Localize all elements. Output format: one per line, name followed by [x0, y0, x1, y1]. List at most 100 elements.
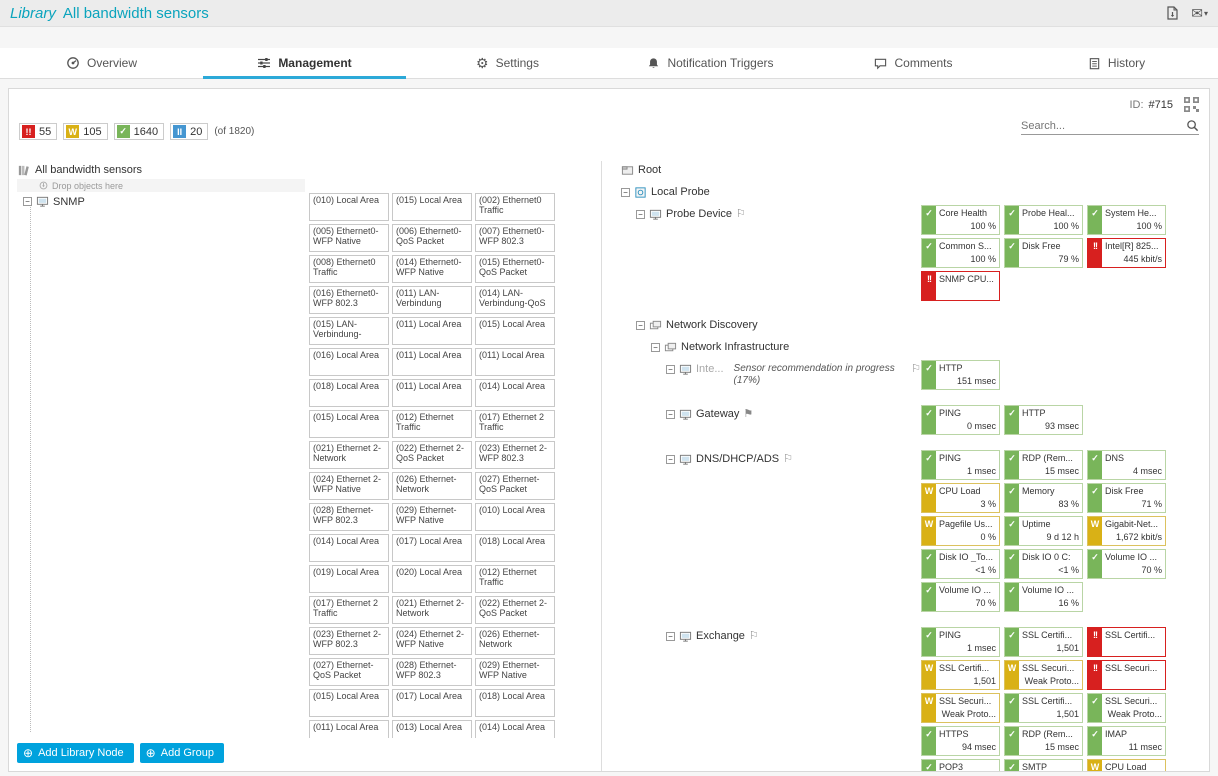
- collapse-toggle-icon[interactable]: −: [636, 210, 645, 219]
- collapse-toggle-icon[interactable]: −: [666, 365, 675, 374]
- library-sensor-item[interactable]: (014) Local Area: [475, 720, 555, 738]
- sensor-box[interactable]: ✓POP3: [921, 759, 1000, 771]
- tab-history[interactable]: History: [1015, 48, 1218, 78]
- sensor-box[interactable]: ✓Uptime9 d 12 h: [1004, 516, 1083, 546]
- library-sensor-item[interactable]: (028) Ethernet-WFP 802.3: [309, 503, 389, 531]
- library-sensor-item[interactable]: (024) Ethernet 2-WFP Native: [309, 472, 389, 500]
- library-sensor-item[interactable]: (017) Local Area: [392, 534, 472, 562]
- collapse-toggle-icon[interactable]: −: [621, 188, 630, 197]
- sensor-box[interactable]: !!SSL Certifi...: [1087, 627, 1166, 657]
- sensor-box[interactable]: !!SSL Securi...: [1087, 660, 1166, 690]
- sensor-box[interactable]: ✓Disk IO 0 C:<1 %: [1004, 549, 1083, 579]
- library-sensor-item[interactable]: (027) Ethernet-QoS Packet: [475, 472, 555, 500]
- library-sensor-item[interactable]: (002) Ethernet0 Traffic: [475, 193, 555, 221]
- library-sensor-item[interactable]: (024) Ethernet 2-WFP Native: [392, 627, 472, 655]
- tree-node-label[interactable]: Network Infrastructure: [681, 341, 789, 353]
- library-sensor-item[interactable]: (021) Ethernet 2-Network: [392, 596, 472, 624]
- sensor-box[interactable]: ✓SSL Securi...Weak Proto...: [1087, 693, 1166, 723]
- sensor-box[interactable]: WCPU Load: [1087, 759, 1166, 771]
- collapse-toggle-icon[interactable]: −: [636, 321, 645, 330]
- drop-target[interactable]: Drop objects here: [17, 179, 305, 192]
- sensor-box[interactable]: ✓Probe Heal...100 %: [1004, 205, 1083, 235]
- tab-settings[interactable]: ⚙Settings: [406, 48, 609, 78]
- qr-code-icon[interactable]: [1184, 97, 1199, 112]
- library-sensor-item[interactable]: (016) Local Area: [309, 348, 389, 376]
- library-sensor-item[interactable]: (022) Ethernet 2-QoS Packet: [475, 596, 555, 624]
- library-sensor-item[interactable]: (012) Ethernet Traffic: [475, 565, 555, 593]
- sensor-box[interactable]: WSSL Securi...Weak Proto...: [921, 693, 1000, 723]
- sensor-box[interactable]: ✓IMAP11 msec: [1087, 726, 1166, 756]
- sensor-box[interactable]: ✓HTTPS94 msec: [921, 726, 1000, 756]
- tree-node-label[interactable]: Gateway: [696, 408, 739, 420]
- library-sensor-item[interactable]: (017) Ethernet 2 Traffic: [475, 410, 555, 438]
- library-node-snmp[interactable]: − SNMP: [17, 192, 305, 210]
- library-sensor-item[interactable]: (016) Ethernet0-WFP 802.3: [309, 286, 389, 314]
- sensor-box[interactable]: ✓Disk Free79 %: [1004, 238, 1083, 268]
- library-sensor-item[interactable]: (011) Local Area: [392, 348, 472, 376]
- library-sensor-item[interactable]: (007) Ethernet0-WFP 802.3: [475, 224, 555, 252]
- tab-overview[interactable]: Overview: [0, 48, 203, 78]
- sensor-box[interactable]: ✓SMTP: [1004, 759, 1083, 771]
- search-input[interactable]: [1021, 120, 1186, 132]
- library-sensor-item[interactable]: (027) Ethernet-QoS Packet: [309, 658, 389, 686]
- sensor-box[interactable]: ✓RDP (Rem...15 msec: [1004, 726, 1083, 756]
- sensor-box[interactable]: ✓System He...100 %: [1087, 205, 1166, 235]
- tree-node-label[interactable]: Exchange: [696, 630, 745, 642]
- library-sensor-item[interactable]: (020) Local Area: [392, 565, 472, 593]
- sensor-box[interactable]: WSSL Securi...Weak Proto...: [1004, 660, 1083, 690]
- library-sensor-item[interactable]: (026) Ethernet-Network: [475, 627, 555, 655]
- status-badge-ok[interactable]: ✓1640: [114, 123, 164, 140]
- tree-node-label[interactable]: Inte...: [696, 363, 724, 375]
- library-sensor-item[interactable]: (011) Local Area: [309, 720, 389, 738]
- sensor-box[interactable]: ✓PING1 msec: [921, 627, 1000, 657]
- library-sensor-item[interactable]: (006) Ethernet0-QoS Packet: [392, 224, 472, 252]
- library-sensor-item[interactable]: (023) Ethernet 2-WFP 802.3: [475, 441, 555, 469]
- search-icon[interactable]: [1186, 119, 1199, 132]
- sensor-box[interactable]: ✓RDP (Rem...15 msec: [1004, 450, 1083, 480]
- sensor-box[interactable]: !!SNMP CPU...: [921, 271, 1000, 301]
- library-sensor-item[interactable]: (022) Ethernet 2-QoS Packet: [392, 441, 472, 469]
- sensor-box[interactable]: WSSL Certifi...1,501: [921, 660, 1000, 690]
- library-sensor-item[interactable]: (015) Local Area: [309, 410, 389, 438]
- collapse-toggle-icon[interactable]: −: [666, 455, 675, 464]
- library-sensor-item[interactable]: (008) Ethernet0 Traffic: [309, 255, 389, 283]
- library-sensor-item[interactable]: (023) Ethernet 2-WFP 802.3: [309, 627, 389, 655]
- library-sensor-item[interactable]: (010) Local Area: [309, 193, 389, 221]
- add-report-icon[interactable]: [1166, 6, 1179, 20]
- library-sensor-item[interactable]: (019) Local Area: [309, 565, 389, 593]
- sensor-box[interactable]: ✓PING0 msec: [921, 405, 1000, 435]
- library-sensor-item[interactable]: (005) Ethernet0-WFP Native: [309, 224, 389, 252]
- status-badge-warning[interactable]: W105: [63, 123, 107, 140]
- library-sensor-item[interactable]: (015) Local Area: [309, 689, 389, 717]
- panel-divider[interactable]: [601, 161, 602, 771]
- sensor-box[interactable]: ✓SSL Certifi...1,501: [1004, 693, 1083, 723]
- sensor-box[interactable]: ✓Common S...100 %: [921, 238, 1000, 268]
- library-sensor-item[interactable]: (011) LAN-Verbindung: [392, 286, 472, 314]
- library-sensor-item[interactable]: (014) Local Area: [475, 379, 555, 407]
- tree-node-label[interactable]: Local Probe: [651, 186, 710, 198]
- sensor-box[interactable]: ✓Volume IO ...70 %: [921, 582, 1000, 612]
- sensor-box[interactable]: ✓HTTP151 msec: [921, 360, 1000, 390]
- collapse-toggle-icon[interactable]: −: [666, 410, 675, 419]
- library-sensor-item[interactable]: (014) Ethernet0-WFP Native: [392, 255, 472, 283]
- add-group-button[interactable]: ⊕ Add Group: [140, 743, 224, 763]
- sensor-box[interactable]: ✓Core Health100 %: [921, 205, 1000, 235]
- sensor-box[interactable]: WCPU Load3 %: [921, 483, 1000, 513]
- sensor-box[interactable]: WGigabit-Net...1,672 kbit/s: [1087, 516, 1166, 546]
- library-sensor-item[interactable]: (018) Local Area: [475, 534, 555, 562]
- status-badge-error[interactable]: !!55: [19, 123, 57, 140]
- collapse-toggle-icon[interactable]: −: [666, 632, 675, 641]
- tree-node-label[interactable]: Network Discovery: [666, 319, 758, 331]
- library-sensor-item[interactable]: (017) Local Area: [392, 689, 472, 717]
- sensor-box[interactable]: ✓HTTP93 msec: [1004, 405, 1083, 435]
- status-badge-paused[interactable]: II20: [170, 123, 208, 140]
- library-sensor-item[interactable]: (026) Ethernet-Network: [392, 472, 472, 500]
- library-sensor-item[interactable]: (014) Local Area: [309, 534, 389, 562]
- library-sensor-item[interactable]: (015) Ethernet0-QoS Packet: [475, 255, 555, 283]
- library-sensor-item[interactable]: (011) Local Area: [392, 379, 472, 407]
- library-sensor-item[interactable]: (011) Local Area: [392, 317, 472, 345]
- library-sensor-item[interactable]: (029) Ethernet-WFP Native: [392, 503, 472, 531]
- sensor-box[interactable]: ✓PING1 msec: [921, 450, 1000, 480]
- tree-node-label[interactable]: DNS/DHCP/ADS: [696, 453, 779, 465]
- library-sensor-item[interactable]: (011) Local Area: [475, 348, 555, 376]
